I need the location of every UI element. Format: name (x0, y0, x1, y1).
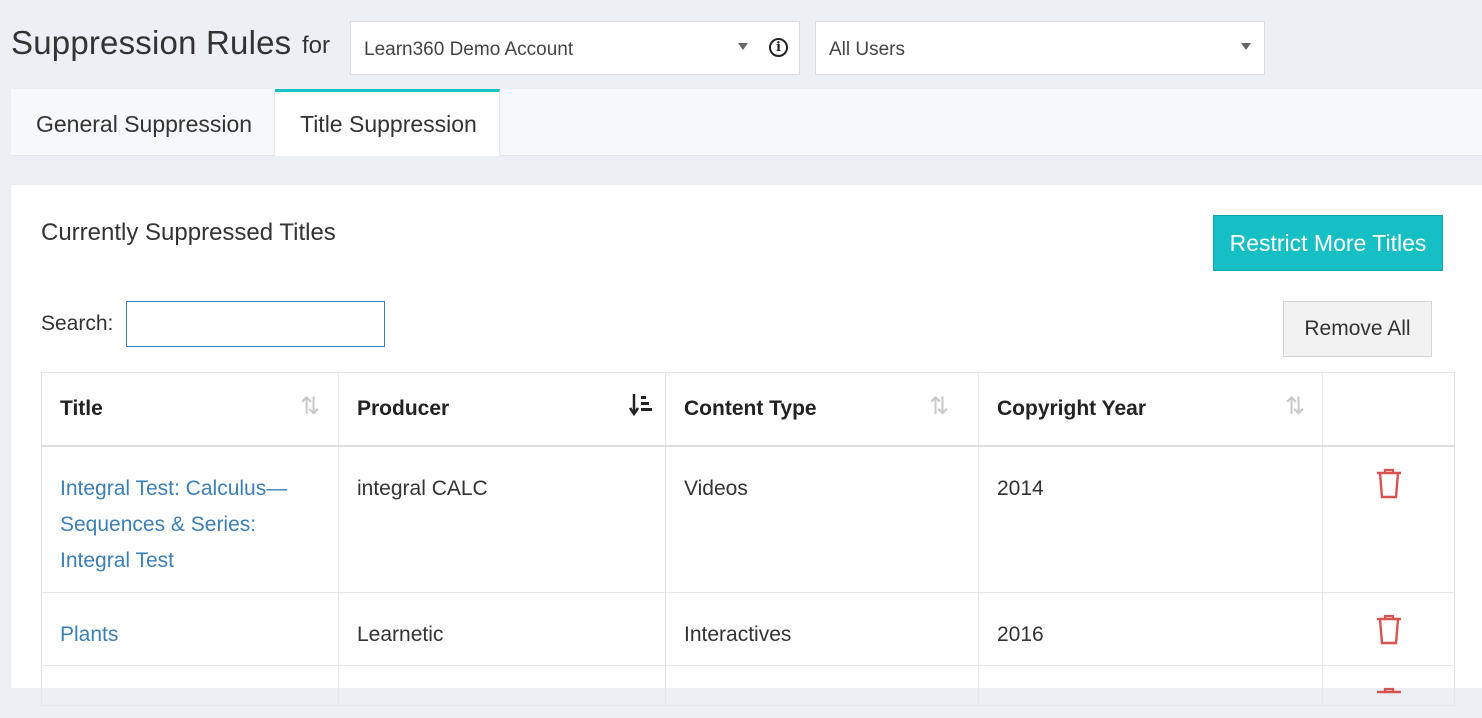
cell-copyright-year (978, 666, 1322, 705)
suppressed-titles-table: Title ⇅ Producer Content Type ⇅ Copyrigh… (41, 372, 1455, 706)
cell-copyright-year: 2014 (978, 447, 1322, 592)
column-header-label: Producer (357, 397, 450, 420)
column-header-label: Content Type (684, 397, 817, 420)
account-select[interactable]: Learn360 Demo Account i (350, 21, 800, 75)
cell-copyright-year: 2016 (978, 593, 1322, 665)
sort-icon[interactable]: ⇅ (929, 392, 949, 420)
tab-label: Title Suppression (300, 111, 477, 137)
column-header-title[interactable]: Title ⇅ (42, 373, 338, 445)
column-header-copyright-year[interactable]: Copyright Year ⇅ (978, 373, 1322, 445)
content-type-text: Videos (684, 477, 748, 500)
cell-producer (338, 666, 665, 705)
remove-all-button[interactable]: Remove All (1283, 301, 1432, 357)
column-header-label: Title (60, 397, 103, 420)
users-select-value: All Users (829, 39, 906, 60)
cell-content-type: Videos (665, 447, 978, 592)
page-title: Suppression Rules (11, 24, 292, 61)
column-header-actions (1322, 373, 1455, 445)
users-select[interactable]: All Users (815, 21, 1265, 75)
copyright-year-text: 2014 (997, 477, 1044, 500)
tabs-bar: General Suppression Title Suppression (11, 89, 1482, 156)
suppressed-titles-panel: Currently Suppressed Titles Restrict Mor… (11, 185, 1482, 706)
trash-icon[interactable] (1375, 613, 1403, 645)
table-row: Plants Learnetic Interactives 2016 (41, 593, 1455, 666)
info-icon[interactable]: i (769, 38, 788, 57)
search-label: Search: (41, 312, 114, 335)
title-link[interactable]: Integral Test: Calculus—Sequences & Seri… (60, 471, 320, 579)
producer-text: Learnetic (357, 623, 444, 646)
table-row (41, 666, 1455, 706)
cell-actions (1322, 666, 1455, 705)
tab-general-suppression[interactable]: General Suppression (11, 89, 275, 155)
chevron-down-icon (738, 43, 748, 50)
sort-descending-icon[interactable] (628, 392, 655, 424)
cell-title (42, 666, 338, 705)
producer-text: integral CALC (357, 477, 488, 500)
tab-label: General Suppression (36, 111, 253, 137)
cell-content-type: Interactives (665, 593, 978, 665)
section-title: Currently Suppressed Titles (41, 219, 336, 246)
column-header-content-type[interactable]: Content Type ⇅ (665, 373, 978, 445)
title-link[interactable]: Plants (60, 617, 118, 653)
cell-actions (1322, 447, 1455, 592)
account-select-value: Learn360 Demo Account (364, 39, 574, 60)
search-input[interactable] (126, 301, 385, 347)
restrict-more-titles-button[interactable]: Restrict More Titles (1213, 215, 1443, 271)
copyright-year-text: 2016 (997, 623, 1044, 646)
for-label: for (302, 32, 331, 59)
cell-producer: Learnetic (338, 593, 665, 665)
table-header-row: Title ⇅ Producer Content Type ⇅ Copyrigh… (41, 372, 1455, 447)
trash-icon[interactable] (1375, 686, 1403, 718)
tab-title-suppression[interactable]: Title Suppression (275, 89, 500, 156)
table-row: Integral Test: Calculus—Sequences & Seri… (41, 447, 1455, 593)
cell-producer: integral CALC (338, 447, 665, 592)
trash-icon[interactable] (1375, 467, 1403, 499)
sort-icon[interactable]: ⇅ (300, 392, 320, 420)
column-header-label: Copyright Year (997, 397, 1146, 420)
cell-title: Integral Test: Calculus—Sequences & Seri… (42, 447, 338, 592)
content-type-text: Interactives (684, 623, 792, 646)
sort-icon[interactable]: ⇅ (1285, 392, 1305, 420)
cell-title: Plants (42, 593, 338, 665)
cell-actions (1322, 593, 1455, 665)
column-header-producer[interactable]: Producer (338, 373, 665, 445)
chevron-down-icon (1241, 43, 1251, 50)
cell-content-type (665, 666, 978, 705)
